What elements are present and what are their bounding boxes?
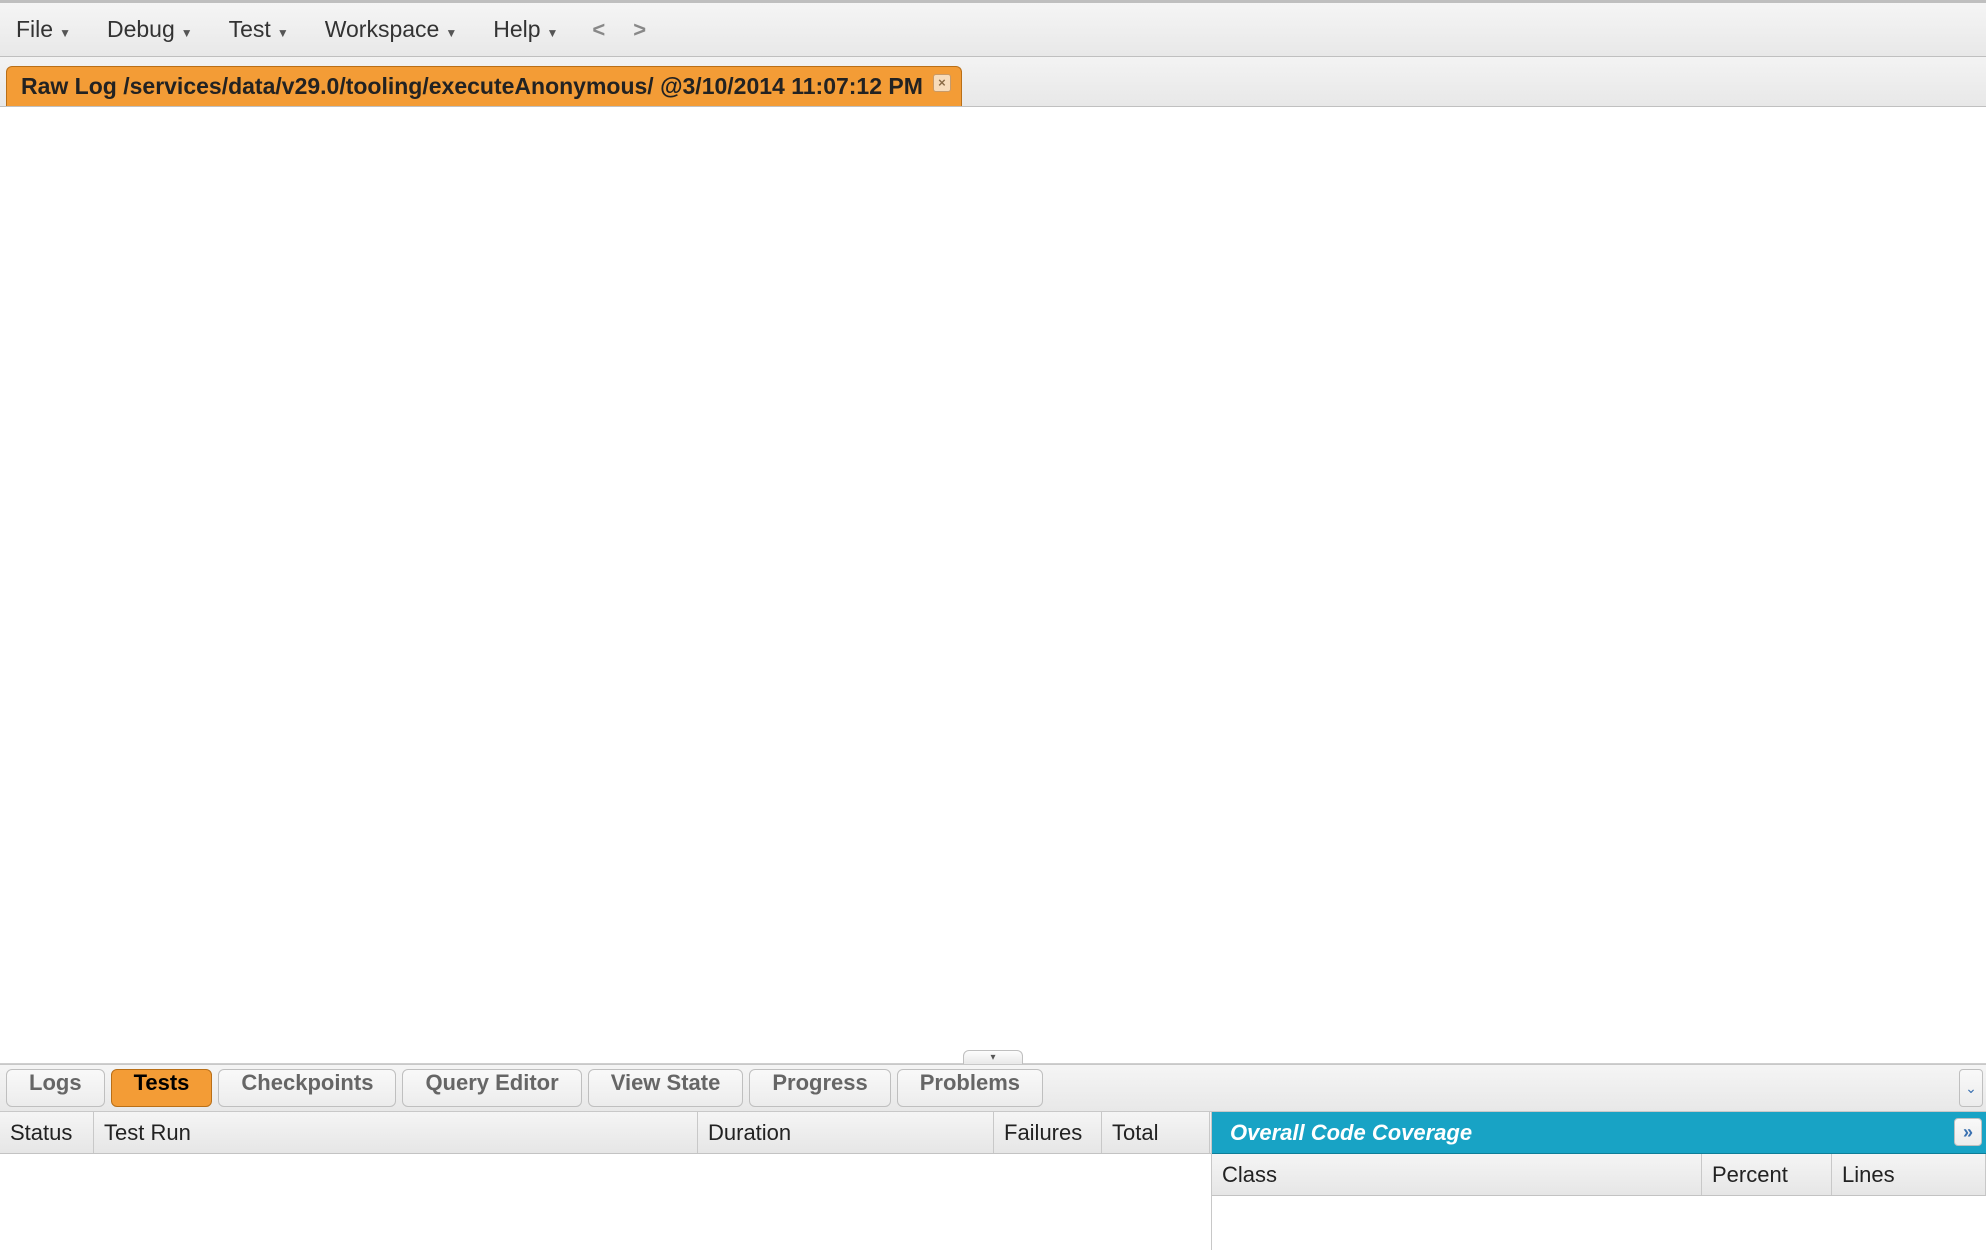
tests-grid-body — [0, 1154, 1211, 1250]
menu-workspace-label: Workspace — [325, 16, 440, 43]
chevron-down-icon: ▼ — [547, 26, 559, 40]
tab-logs-label: Logs — [29, 1070, 82, 1095]
editor-tab-label: Raw Log /services/data/v29.0/tooling/exe… — [21, 73, 923, 100]
nav-forward-button[interactable]: > — [623, 13, 656, 47]
tab-view-state[interactable]: View State — [588, 1069, 744, 1107]
col-lines[interactable]: Lines — [1832, 1154, 1986, 1195]
tests-grid-header: Status Test Run Duration Failures Total — [0, 1112, 1211, 1154]
col-status[interactable]: Status — [0, 1112, 94, 1153]
tab-logs[interactable]: Logs — [6, 1069, 105, 1107]
close-icon[interactable]: × — [933, 74, 951, 92]
chevron-down-icon: ▼ — [277, 26, 289, 40]
editor-tab-rawlog[interactable]: Raw Log /services/data/v29.0/tooling/exe… — [6, 66, 962, 106]
tests-grid: Status Test Run Duration Failures Total — [0, 1112, 1212, 1250]
tab-checkpoints-label: Checkpoints — [241, 1070, 373, 1095]
panel-collapse-handle[interactable]: ▾ — [963, 1050, 1023, 1064]
col-failures-label: Failures — [1004, 1120, 1082, 1146]
col-status-label: Status — [10, 1120, 72, 1146]
chevron-down-icon: ▼ — [445, 26, 457, 40]
tab-checkpoints[interactable]: Checkpoints — [218, 1069, 396, 1107]
nav-back-button[interactable]: < — [582, 13, 615, 47]
col-total-label: Total — [1112, 1120, 1158, 1146]
chevron-down-icon: ▼ — [181, 26, 193, 40]
bottom-content: Status Test Run Duration Failures Total … — [0, 1112, 1986, 1250]
menu-test[interactable]: Test ▼ — [217, 10, 305, 49]
menu-workspace[interactable]: Workspace ▼ — [313, 10, 474, 49]
col-percent[interactable]: Percent — [1702, 1154, 1832, 1195]
tab-tests-label: Tests — [134, 1070, 190, 1095]
col-test-run[interactable]: Test Run — [94, 1112, 698, 1153]
tab-query-editor[interactable]: Query Editor — [402, 1069, 581, 1107]
col-total[interactable]: Total — [1102, 1112, 1210, 1153]
col-duration[interactable]: Duration — [698, 1112, 994, 1153]
col-class[interactable]: Class — [1212, 1154, 1702, 1195]
tab-view-state-label: View State — [611, 1070, 721, 1095]
menu-file-label: File — [16, 16, 53, 43]
tab-query-editor-label: Query Editor — [425, 1070, 558, 1095]
col-failures[interactable]: Failures — [994, 1112, 1102, 1153]
col-duration-label: Duration — [708, 1120, 791, 1146]
coverage-body — [1212, 1196, 1986, 1250]
expand-icon[interactable]: » — [1954, 1118, 1982, 1146]
menu-debug-label: Debug — [107, 16, 175, 43]
editor-tabbar: Raw Log /services/data/v29.0/tooling/exe… — [0, 57, 1986, 107]
menu-bar: File ▼ Debug ▼ Test ▼ Workspace ▼ Help ▼… — [0, 0, 1986, 57]
menu-file[interactable]: File ▼ — [4, 10, 87, 49]
coverage-title-label: Overall Code Coverage — [1230, 1120, 1472, 1146]
menu-test-label: Test — [229, 16, 271, 43]
coverage-panel: Overall Code Coverage » Class Percent Li… — [1212, 1112, 1986, 1250]
tab-problems-label: Problems — [920, 1070, 1020, 1095]
col-percent-label: Percent — [1712, 1162, 1788, 1188]
menu-debug[interactable]: Debug ▼ — [95, 10, 209, 49]
col-test-run-label: Test Run — [104, 1120, 191, 1146]
coverage-header: Class Percent Lines — [1212, 1154, 1986, 1196]
menu-help-label: Help — [493, 16, 540, 43]
panel-toggle-button[interactable]: ⌄ — [1959, 1069, 1983, 1107]
tab-progress[interactable]: Progress — [749, 1069, 890, 1107]
coverage-title-bar: Overall Code Coverage » — [1212, 1112, 1986, 1154]
tab-problems[interactable]: Problems — [897, 1069, 1043, 1107]
bottom-tabbar: Logs Tests Checkpoints Query Editor View… — [0, 1064, 1986, 1112]
editor-body: ▾ — [0, 107, 1986, 1064]
chevron-down-icon: ▼ — [59, 26, 71, 40]
menu-help[interactable]: Help ▼ — [481, 10, 574, 49]
tab-tests[interactable]: Tests — [111, 1069, 213, 1107]
col-class-label: Class — [1222, 1162, 1277, 1188]
col-lines-label: Lines — [1842, 1162, 1895, 1188]
tab-progress-label: Progress — [772, 1070, 867, 1095]
